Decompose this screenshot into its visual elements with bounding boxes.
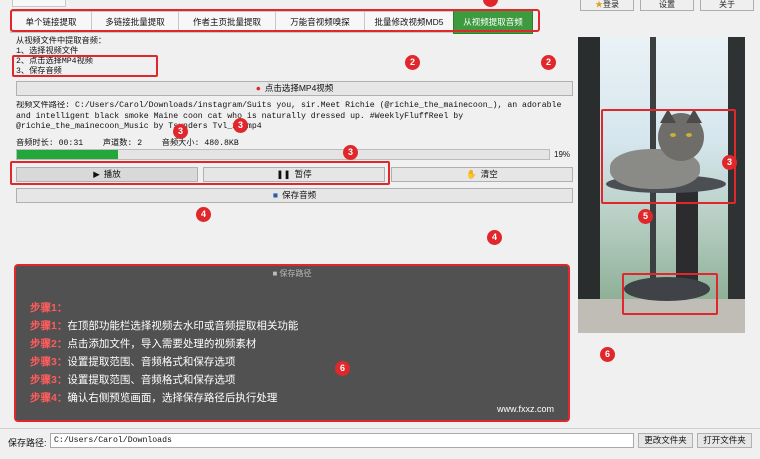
step-3: 步骤3：设置提取范围、音频格式和保存选项: [30, 356, 236, 368]
annotation-badge-4a: 4: [196, 207, 211, 222]
tab-md5[interactable]: 批量修改视频MD5: [364, 11, 453, 33]
step-4: 步骤3：设置提取范围、音频格式和保存选项: [30, 374, 236, 386]
annotation-badge-4b: 4: [487, 230, 502, 245]
duration-label: 音频时长: 00:31: [16, 139, 84, 148]
save-path-label: 保存路径:: [8, 438, 47, 448]
save-audio-button[interactable]: ■ 保存音频: [16, 188, 573, 203]
change-folder-button[interactable]: 更改文件夹: [638, 433, 693, 448]
progress-fill: [17, 150, 119, 159]
login-icon: ★: [595, 0, 603, 9]
controls-annotation-box: [10, 161, 390, 185]
settings-button[interactable]: 设置: [640, 0, 694, 11]
clear-button[interactable]: ✋ 清空: [391, 167, 573, 182]
annotation-badge-2b: 2: [541, 55, 556, 70]
steps-overlay: ■ 保存路径 步骤1： 步骤1：在顶部功能栏选择视频去水印或音频提取相关功能 步…: [14, 264, 570, 422]
annotation-badge-top: [483, 0, 498, 7]
annotation-badge-3c: 3: [343, 145, 358, 160]
annotation-badge-3b: 3: [233, 118, 248, 133]
step-0: 步骤1：: [30, 302, 68, 314]
annotation-badge-3d: 3: [722, 155, 737, 170]
tab-sniffer[interactable]: 万能音视频嗅探: [275, 11, 364, 33]
tab-bar: 单个链接提取 多链接批量提取 作者主页批量提取 万能音视频嗅探 批量修改视频MD…: [10, 10, 540, 34]
save-icon: ■: [272, 269, 278, 278]
file-path-text: 视频文件路径: C:/Users/Carol/Downloads/instagr…: [16, 101, 562, 131]
progress-label: 19%: [554, 150, 571, 159]
footer-divider: [0, 428, 760, 429]
instructions-annotation-box: [12, 55, 158, 77]
flame-icon: ●: [255, 83, 261, 93]
tab-extract-audio[interactable]: 从视频提取音频: [453, 10, 533, 34]
tab-multi-link[interactable]: 多链接批量提取: [91, 11, 178, 33]
tab-single-link[interactable]: 单个链接提取: [10, 11, 91, 33]
annotation-badge-6a: 6: [600, 347, 615, 362]
annotation-badge-2a: 2: [405, 55, 420, 70]
step-2: 步骤2：点击添加文件，导入需要处理的视频素材: [30, 338, 257, 350]
audio-info: 音频时长: 00:31 声道数: 2 音频大小: 480.8KB: [16, 136, 239, 148]
step-1: 步骤1：在顶部功能栏选择视频去水印或音频提取相关功能: [30, 320, 299, 332]
progress-track: [16, 149, 550, 160]
login-button[interactable]: ★登录: [580, 0, 634, 11]
cat-annotation-box: [601, 109, 736, 204]
step-5: 步骤4：确认右侧预览画面，选择保存路径后执行处理: [30, 392, 278, 404]
annotation-badge-5: 5: [638, 209, 653, 224]
preview-frame-left: [578, 37, 600, 333]
watermark: www.fxxz.com: [496, 404, 554, 414]
tab-author-home[interactable]: 作者主页批量提取: [178, 11, 275, 33]
top-left-tab-stub: [12, 0, 66, 7]
channels-label: 声道数: 2: [102, 139, 143, 148]
broom-icon: ✋: [466, 169, 477, 179]
platform-annotation-box: [622, 273, 718, 315]
save-icon: ■: [272, 190, 279, 200]
annotation-badge-6b: 6: [335, 361, 350, 376]
open-folder-button[interactable]: 打开文件夹: [697, 433, 752, 448]
overlay-header: ■ 保存路径: [272, 269, 312, 278]
save-path-input[interactable]: C:/Users/Carol/Downloads: [50, 433, 634, 448]
about-button[interactable]: 关于: [700, 0, 754, 11]
select-video-button[interactable]: ● 点击选择MP4视频: [16, 81, 573, 96]
size-label: 音频大小: 480.8KB: [161, 139, 239, 148]
